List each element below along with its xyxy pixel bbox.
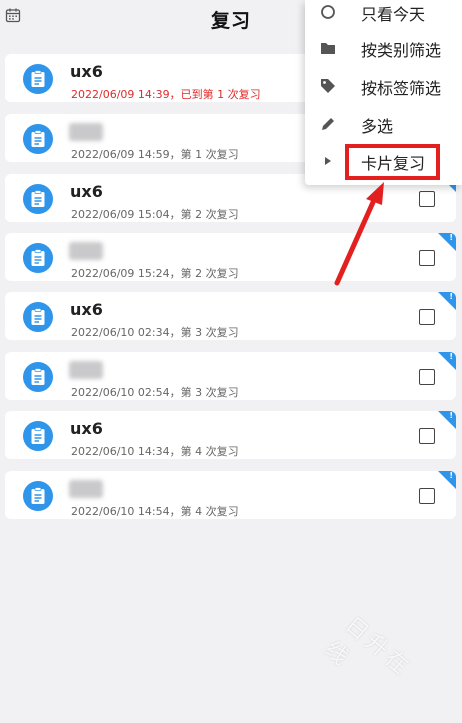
note-icon	[23, 362, 53, 392]
list-item[interactable]: 2022/06/10 14:54，第 4 次复习!	[5, 471, 456, 519]
note-icon	[23, 64, 53, 94]
select-checkbox[interactable]	[419, 488, 435, 504]
menu-item-label: 按类别筛选	[361, 41, 442, 60]
tag-icon	[321, 79, 335, 93]
corner-flag-icon	[438, 233, 456, 251]
note-icon	[23, 243, 53, 273]
item-subtitle: 2022/06/09 14:39，已到第 1 次复习	[71, 88, 261, 101]
select-checkbox[interactable]	[419, 428, 435, 444]
list-item[interactable]: ux6 2022/06/10 14:34，第 4 次复习!	[5, 411, 456, 459]
note-icon	[23, 184, 53, 214]
flag-mark-icon: !	[449, 411, 453, 420]
item-subtitle: 2022/06/09 15:24，第 2 次复习	[71, 267, 239, 280]
item-subtitle: 2022/06/10 02:34，第 3 次复习	[71, 326, 239, 339]
item-title: ux6	[70, 300, 103, 319]
highlight-box	[345, 144, 440, 180]
corner-flag-icon	[438, 352, 456, 370]
note-icon	[23, 421, 53, 451]
select-checkbox[interactable]	[419, 309, 435, 325]
note-icon	[23, 481, 53, 511]
play-triangle-icon	[325, 157, 331, 165]
item-title: ux6	[70, 62, 103, 81]
corner-flag-icon	[438, 292, 456, 310]
menu-item-label: 多选	[361, 117, 394, 136]
blurred-title	[69, 480, 103, 498]
menu-item[interactable]: 按类别筛选	[305, 30, 462, 66]
menu-item[interactable]: 多选	[305, 106, 462, 142]
select-checkbox[interactable]	[419, 250, 435, 266]
menu-item[interactable]: 只看今天	[305, 0, 462, 30]
corner-flag-icon	[438, 471, 456, 489]
item-title: ux6	[70, 419, 103, 438]
flag-mark-icon: !	[449, 233, 453, 242]
item-subtitle: 2022/06/10 14:54，第 4 次复习	[71, 505, 239, 518]
circle-icon	[321, 5, 335, 19]
pencil-icon	[322, 118, 334, 130]
watermark: 日升在线	[319, 612, 416, 682]
item-subtitle: 2022/06/10 02:54，第 3 次复习	[71, 386, 239, 399]
menu-item-label: 按标签筛选	[361, 79, 442, 98]
note-icon	[23, 302, 53, 332]
select-checkbox[interactable]	[419, 191, 435, 207]
list-item[interactable]: 2022/06/09 15:24，第 2 次复习!	[5, 233, 456, 281]
blurred-title	[69, 242, 103, 260]
menu-item[interactable]: 按标签筛选	[305, 68, 462, 104]
flag-mark-icon: !	[449, 471, 453, 480]
list-item[interactable]: ux6 2022/06/10 02:34，第 3 次复习!	[5, 292, 456, 340]
list-item[interactable]: 2022/06/10 02:54，第 3 次复习!	[5, 352, 456, 400]
item-subtitle: 2022/06/09 14:59，第 1 次复习	[71, 148, 239, 161]
menu-item-label: 只看今天	[361, 5, 426, 24]
flag-mark-icon: !	[449, 352, 453, 361]
flag-mark-icon: !	[449, 292, 453, 301]
blurred-title	[69, 123, 103, 141]
item-subtitle: 2022/06/10 14:34，第 4 次复习	[71, 445, 239, 458]
item-subtitle: 2022/06/09 15:04，第 2 次复习	[71, 208, 239, 221]
item-title: ux6	[70, 182, 103, 201]
folder-icon	[321, 43, 335, 54]
select-checkbox[interactable]	[419, 369, 435, 385]
blurred-title	[69, 361, 103, 379]
note-icon	[23, 124, 53, 154]
corner-flag-icon	[438, 411, 456, 429]
